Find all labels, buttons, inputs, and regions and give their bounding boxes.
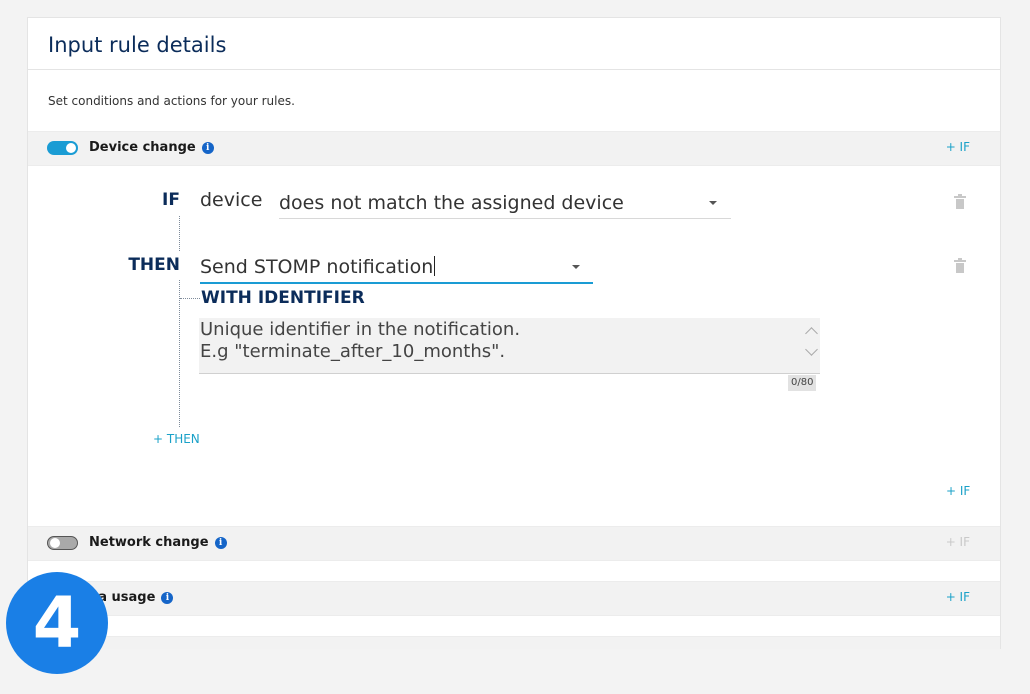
condition-select[interactable]: does not match the assigned device — [279, 190, 731, 219]
info-icon[interactable]: i — [161, 592, 174, 604]
section-next-partial — [28, 636, 1000, 649]
card-title: Input rule details — [48, 33, 227, 57]
condition-field-label: device — [200, 189, 263, 211]
if-then-connector — [179, 216, 180, 251]
input-rule-details-card: Input rule details Set conditions and ac… — [27, 17, 1001, 649]
add-if-button[interactable]: + IF — [946, 484, 970, 498]
section-network-change-label: Network change i — [89, 535, 227, 550]
info-icon[interactable]: i — [214, 537, 227, 549]
condition-select-value: does not match the assigned device — [279, 192, 624, 214]
identifier-placeholder-line-1: Unique identifier in the notification. — [200, 319, 521, 340]
identifier-placeholder-line-2: E.g "terminate_after_10_months". — [200, 341, 506, 362]
device-change-toggle[interactable] — [47, 141, 78, 155]
toggle-knob — [50, 538, 60, 548]
with-identifier-label: WITH IDENTIFIER — [201, 288, 365, 308]
chevron-down-icon — [709, 201, 717, 205]
step-badge: 4 — [6, 572, 108, 674]
action-select[interactable]: Send STOMP notification — [200, 254, 593, 284]
section-data-usage: ta usage i + IF — [28, 581, 1000, 616]
network-change-toggle[interactable] — [47, 536, 78, 550]
char-counter: 0/80 — [788, 375, 817, 391]
card-description: Set conditions and actions for your rule… — [48, 94, 295, 108]
network-change-add-if-button[interactable]: + IF — [946, 535, 970, 549]
toggle-knob — [66, 143, 76, 153]
device-change-add-if-button[interactable]: + IF — [946, 140, 970, 154]
section-network-change: Network change i + IF — [28, 526, 1000, 561]
chevron-down-icon — [572, 265, 580, 269]
title-divider — [28, 69, 1000, 70]
data-usage-add-if-button[interactable]: + IF — [946, 590, 970, 604]
section-network-change-name: Network change — [89, 535, 209, 550]
then-connector-horizontal — [180, 298, 200, 299]
section-device-change-label: Device change i — [89, 140, 214, 155]
identifier-textarea[interactable]: Unique identifier in the notification. E… — [199, 318, 820, 374]
info-icon[interactable]: i — [201, 142, 214, 154]
action-select-value: Send STOMP notification — [200, 256, 434, 278]
delete-action-trash-icon[interactable] — [954, 258, 966, 273]
then-keyword: THEN — [128, 255, 180, 275]
action-select-value-wrap: Send STOMP notification — [200, 256, 436, 278]
section-device-change-name: Device change — [89, 140, 196, 155]
if-keyword: IF — [162, 190, 180, 210]
delete-condition-trash-icon[interactable] — [954, 194, 966, 209]
section-device-change: Device change i + IF — [28, 131, 1000, 166]
then-connector-vertical — [179, 280, 180, 427]
add-then-button[interactable]: + THEN — [153, 432, 200, 446]
text-cursor — [434, 256, 436, 276]
